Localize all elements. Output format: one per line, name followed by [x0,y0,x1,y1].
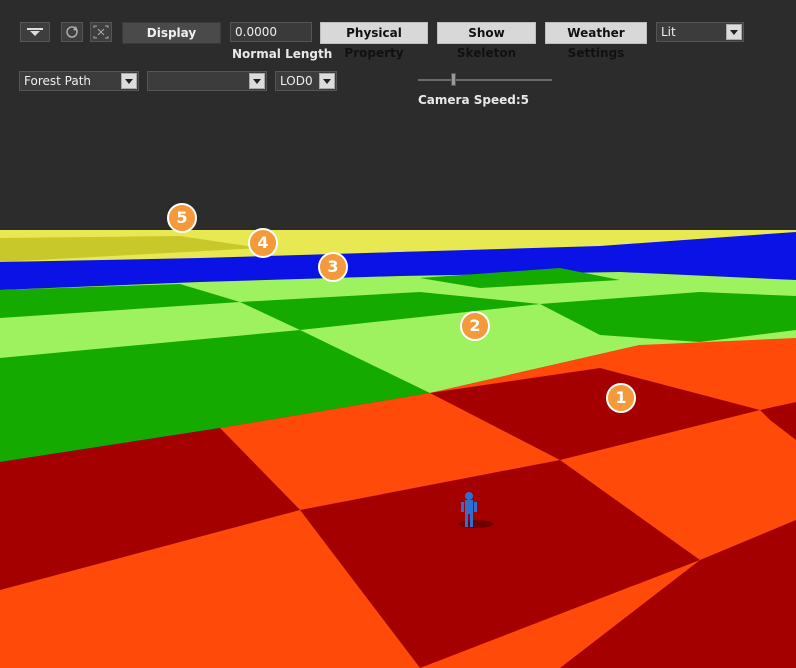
scene-select[interactable]: Forest Path [19,71,139,91]
marker-2[interactable]: 2 [460,311,490,341]
refresh-icon[interactable] [61,22,83,42]
lod-select-value: LOD0 [280,74,313,88]
physical-property-button[interactable]: Physical Property [320,22,428,60]
display-button[interactable]: Display [122,22,221,44]
show-skeleton-button[interactable]: Show Skeleton [437,22,536,60]
marker-4[interactable]: 4 [248,228,278,258]
camera-speed-slider-thumb[interactable] [451,73,456,86]
normal-length-label: Normal Length [232,47,333,61]
fit-view-icon[interactable] [90,22,112,42]
marker-5[interactable]: 5 [167,203,197,233]
editor-viewport-window: Display 0.0000 Normal Length Physical Pr… [0,0,796,668]
toolbar-panel: Display 0.0000 Normal Length Physical Pr… [0,0,796,230]
chevron-down-icon[interactable] [726,24,742,40]
chevron-down-icon[interactable] [319,73,335,89]
scene-select-value: Forest Path [24,74,92,88]
chevron-down-icon[interactable] [121,73,137,89]
camera-speed-label: Camera Speed:5 [418,93,529,107]
lod-select[interactable]: LOD0 [275,71,337,91]
chevron-down-icon[interactable] [249,73,265,89]
collapse-arrow-icon[interactable] [20,22,50,42]
secondary-select[interactable] [147,71,267,91]
weather-settings-button[interactable]: Weather Settings [545,22,647,60]
lighting-mode-value: Lit [661,25,676,39]
normal-length-field[interactable]: 0.0000 [230,22,312,42]
marker-1[interactable]: 1 [606,383,636,413]
marker-3[interactable]: 3 [318,252,348,282]
camera-speed-slider-track[interactable] [418,79,552,81]
lighting-mode-select[interactable]: Lit [656,22,744,42]
